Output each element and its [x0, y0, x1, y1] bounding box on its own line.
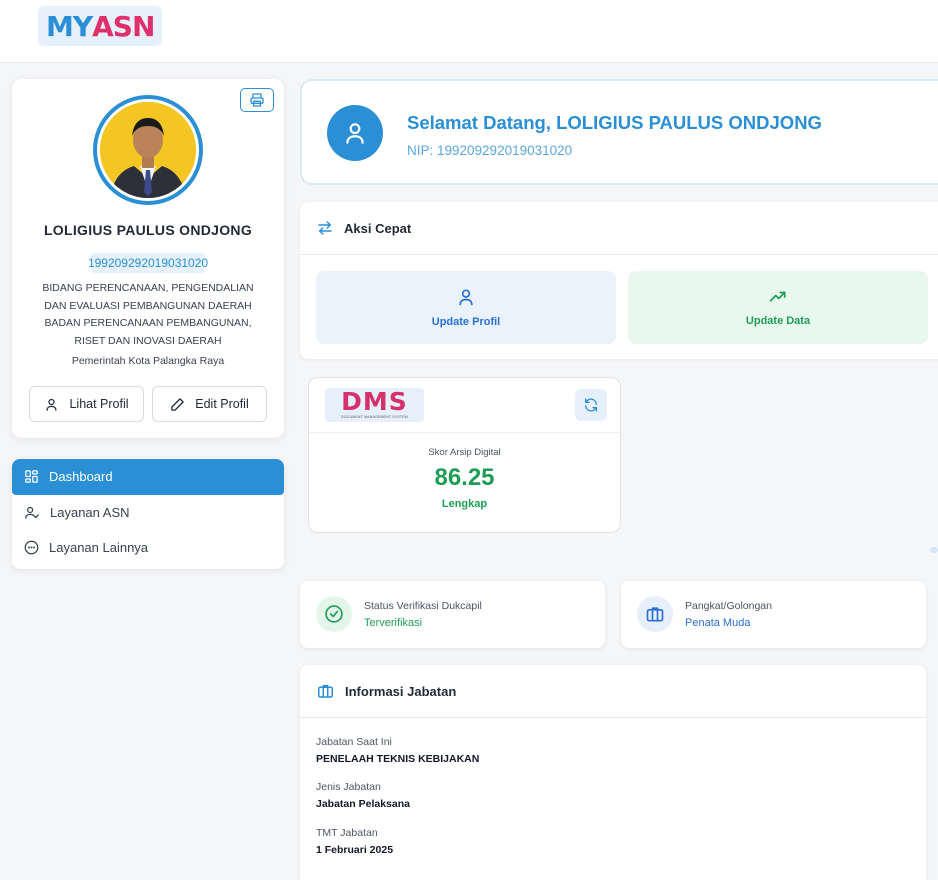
welcome-avatar	[327, 105, 383, 161]
menu-item-label: Layanan Lainnya	[49, 540, 149, 556]
work-unit-text: BIDANG PERENCANAAN, PENGENDALIAN DAN EVA…	[42, 282, 254, 347]
position-info-title: Informasi Jabatan	[345, 683, 457, 699]
position-value: PENELAAH TEKNIS KEBIJAKAN	[316, 753, 480, 765]
update-data-label: Update Data	[745, 315, 811, 327]
quick-actions-card: Aksi Cepat Update Profil Update Data	[300, 202, 938, 359]
rank-label: Pangkat/Golongan	[685, 600, 772, 612]
briefcase-icon	[318, 685, 333, 698]
pencil-icon	[171, 397, 184, 411]
position-key: TMT Jabatan	[316, 827, 378, 839]
position-info-card: Informasi Jabatan Jabatan Saat Ini PENEL…	[300, 665, 926, 880]
edit-profile-label: Edit Profil	[195, 397, 249, 411]
printer-icon	[250, 93, 264, 107]
position-info-header: Informasi Jabatan	[300, 665, 926, 718]
refresh-icon	[585, 398, 597, 412]
quick-actions-header: Aksi Cepat	[300, 202, 938, 255]
rank-card: Pangkat/Golongan Penata Muda	[621, 581, 926, 648]
menu-item-label: Dashboard	[49, 469, 113, 485]
avatar	[100, 102, 196, 198]
position-value: Jabatan Pelaksana	[316, 798, 410, 810]
government-text: Pemerintah Kota Palangka Raya	[71, 355, 225, 367]
edit-profile-button[interactable]: Edit Profil	[152, 386, 267, 422]
position-key: Jabatan Saat Ini	[316, 736, 392, 748]
update-data-action[interactable]: Update Data	[628, 271, 928, 344]
swap-arrows-icon	[318, 221, 332, 235]
print-button[interactable]	[240, 88, 274, 112]
side-menu: Dashboard Layanan ASN Layanan Lainnya	[12, 459, 284, 569]
welcome-title: Selamat Datang, LOLIGIUS PAULUS ONDJONG	[407, 112, 822, 133]
welcome-nip: NIP: 199209292019031020	[407, 143, 573, 158]
view-profile-label: Lihat Profil	[69, 397, 129, 411]
carousel-indicator[interactable]	[930, 547, 938, 553]
avatar-ring	[93, 95, 203, 205]
logo-my-text: MY	[46, 9, 93, 43]
dms-refresh-button[interactable]	[575, 389, 607, 421]
dms-score-label: Skor Arsip Digital	[428, 447, 501, 458]
menu-item-dashboard[interactable]: Dashboard	[12, 459, 284, 495]
verification-value: Terverifikasi	[364, 617, 423, 629]
menu-item-layanan-lainnya[interactable]: Layanan Lainnya	[12, 530, 284, 566]
verification-label: Status Verifikasi Dukcapil	[364, 600, 482, 612]
user-icon	[346, 123, 364, 144]
menu-item-label: Layanan ASN	[50, 504, 130, 520]
update-profile-action[interactable]: Update Profil	[316, 271, 616, 344]
view-profile-button[interactable]: Lihat Profil	[29, 386, 144, 422]
briefcase-icon	[646, 607, 664, 622]
position-row-tmt: TMT Jabatan 1 Februari 2025	[316, 827, 393, 856]
more-circle-icon	[24, 540, 39, 555]
nip-badge: 199209292019031020	[88, 253, 208, 273]
top-bar: MY ASN	[0, 0, 938, 63]
position-row-type: Jenis Jabatan Jabatan Pelaksana	[316, 781, 410, 810]
user-icon	[46, 398, 57, 411]
user-icon	[459, 289, 473, 306]
dms-logo: DMS DOCUMENT MANAGEMENT SYSTEM	[325, 388, 424, 422]
position-key: Jenis Jabatan	[316, 781, 381, 793]
profile-name: LOLIGIUS PAULUS ONDJONG	[43, 222, 253, 238]
myasn-logo[interactable]: MY ASN	[38, 6, 163, 46]
position-row-current: Jabatan Saat Ini PENELAAH TEKNIS KEBIJAK…	[316, 736, 479, 765]
trending-up-icon	[769, 291, 786, 302]
profile-card: LOLIGIUS PAULUS ONDJONG 1992092920190310…	[12, 79, 284, 438]
verification-status-card: Status Verifikasi Dukcapil Terverifikasi	[300, 581, 605, 648]
verified-icon-badge	[316, 596, 352, 632]
dms-logo-text: DMS	[341, 387, 408, 416]
rank-value: Penata Muda	[685, 617, 751, 629]
welcome-banner: Selamat Datang, LOLIGIUS PAULUS ONDJONG …	[300, 79, 938, 185]
dms-card: DMS DOCUMENT MANAGEMENT SYSTEM Skor Arsi…	[308, 377, 621, 533]
update-profile-label: Update Profil	[431, 316, 501, 328]
user-check-icon	[25, 506, 39, 519]
rank-icon-badge	[637, 596, 673, 632]
divider	[309, 432, 620, 433]
dms-score-status: Lengkap	[441, 498, 488, 510]
dms-logo-subtitle: DOCUMENT MANAGEMENT SYSTEM	[341, 415, 408, 419]
quick-actions-title: Aksi Cepat	[344, 220, 412, 236]
position-value: 1 Februari 2025	[316, 844, 394, 856]
logo-asn-text: ASN	[92, 9, 155, 43]
grid-icon	[25, 470, 38, 483]
menu-item-layanan-asn[interactable]: Layanan ASN	[12, 495, 284, 531]
dms-score-value: 86.25	[434, 464, 495, 491]
check-circle-icon	[325, 605, 343, 623]
